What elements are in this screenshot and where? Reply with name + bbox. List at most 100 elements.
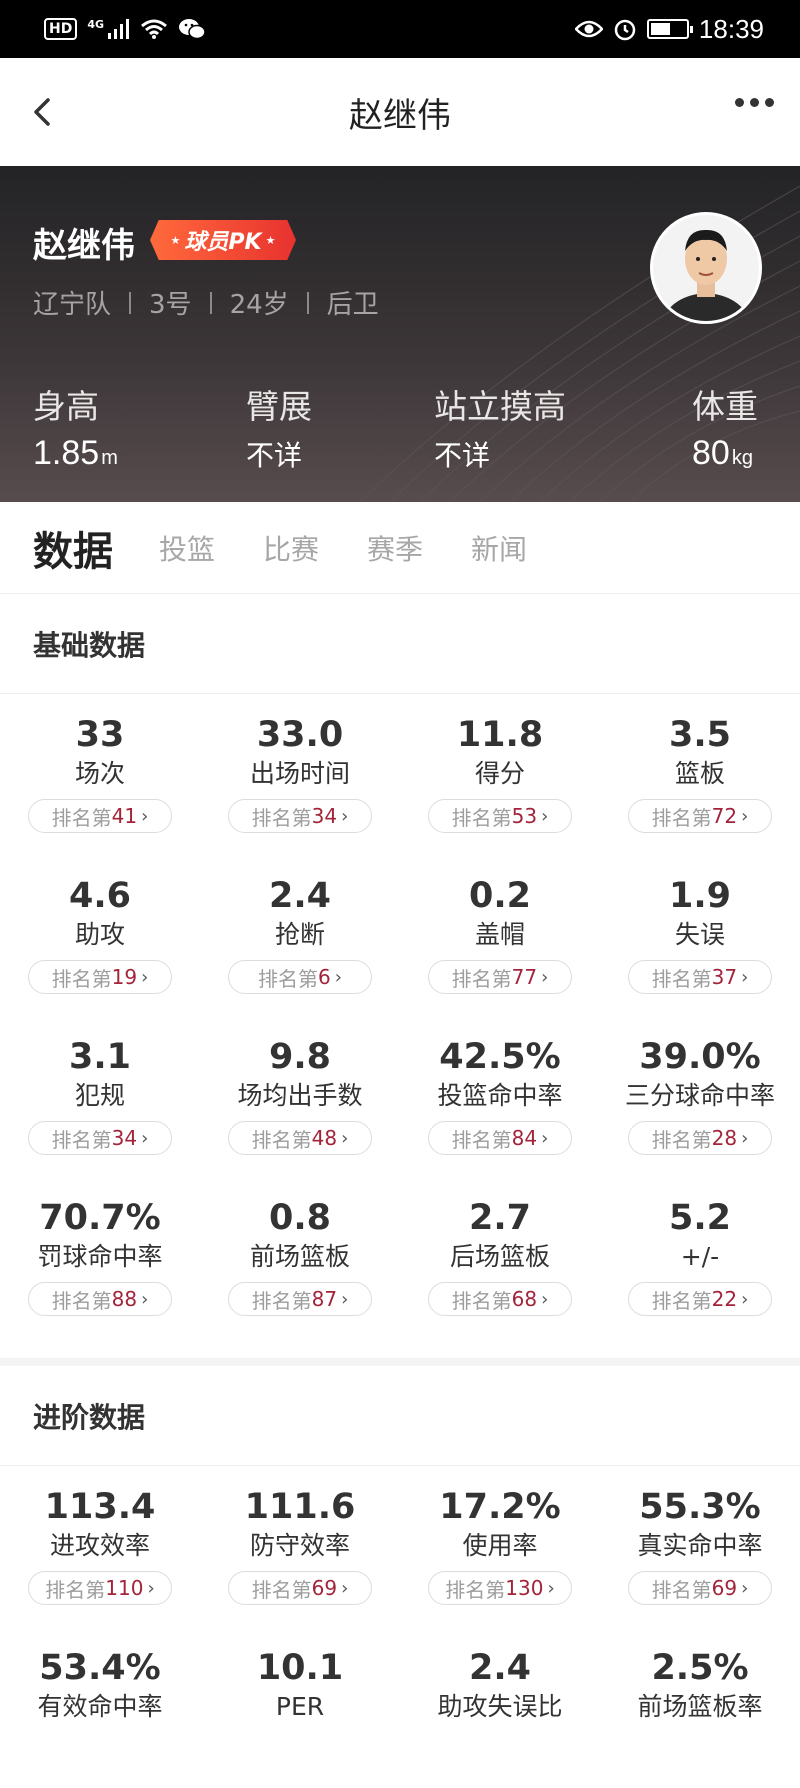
section-divider (0, 1358, 800, 1366)
stat-label: 盖帽 (474, 920, 525, 949)
stat-label: 抢断 (274, 920, 325, 949)
rank-button[interactable]: 排名第 41 › (28, 799, 172, 833)
player-header: 赵继伟 ★ 球员PK ★ 辽宁队 3号 24岁 后卫 身高 1.85 m 臂展 不详 (0, 166, 800, 502)
battery-icon (646, 19, 693, 39)
stat-value: 9.8 (268, 1037, 331, 1077)
back-icon[interactable] (26, 94, 62, 130)
wifi-icon (141, 19, 167, 39)
chevron-right-icon: › (541, 966, 549, 988)
rank-button[interactable]: 排名第 37 › (628, 960, 772, 994)
stat-value: 10.1 (256, 1648, 344, 1688)
height-stat: 身高 1.85 m (33, 387, 118, 472)
stat-cell: 2.4 助攻失误比 (400, 1627, 600, 1788)
tab-data[interactable]: 数据 (33, 519, 113, 577)
rank-prefix: 排名第 (651, 1288, 712, 1313)
stat-value: 0.2 (468, 876, 531, 916)
rank-button[interactable]: 排名第 84 › (428, 1121, 572, 1155)
rank-button[interactable]: 排名第 88 › (28, 1282, 172, 1316)
rank-button[interactable]: 排名第 6 › (228, 960, 372, 994)
standing-reach-value: 不详 (434, 439, 491, 472)
rank-number: 41 (111, 804, 138, 828)
rank-button[interactable]: 排名第 34 › (228, 799, 372, 833)
tab-shooting[interactable]: 投篮 (159, 528, 215, 568)
rank-button[interactable]: 排名第 48 › (228, 1121, 372, 1155)
chevron-right-icon: › (547, 1577, 555, 1599)
more-options-icon[interactable] (735, 98, 774, 107)
stat-cell: 113.4 进攻效率 排名第 110 › (0, 1466, 200, 1627)
alarm-icon (614, 19, 636, 41)
stat-value: 33 (75, 715, 125, 755)
network-type: 4G (87, 17, 105, 31)
chevron-right-icon: › (341, 1127, 349, 1149)
rank-prefix: 排名第 (51, 1127, 112, 1152)
rank-prefix: 排名第 (51, 1288, 112, 1313)
rank-button[interactable]: 排名第 69 › (228, 1571, 372, 1605)
rank-number: 130 (505, 1576, 544, 1600)
stat-value: 39.0% (639, 1037, 761, 1077)
stat-value: 42.5% (439, 1037, 561, 1077)
stat-cell: 33 场次排名第 41 › (0, 694, 200, 855)
rank-number: 110 (105, 1576, 144, 1600)
clock: 18:39 (698, 13, 764, 44)
rank-prefix: 排名第 (451, 1288, 512, 1313)
stat-label: 前场篮板 (249, 1242, 350, 1271)
rank-prefix: 排名第 (651, 1127, 712, 1152)
chevron-right-icon: › (741, 1288, 749, 1310)
section-title: 进阶数据 (0, 1366, 800, 1466)
stat-label: 场次 (74, 759, 125, 788)
tab-season[interactable]: 赛季 (367, 528, 423, 568)
rank-button[interactable]: 排名第 53 › (428, 799, 572, 833)
stat-value: 0.8 (268, 1198, 331, 1238)
signal-icon (108, 19, 130, 39)
rank-number: 22 (711, 1287, 738, 1311)
rank-button[interactable]: 排名第 19 › (28, 960, 172, 994)
stat-label: 罚球命中率 (37, 1242, 163, 1271)
tab-games[interactable]: 比赛 (263, 528, 319, 568)
chevron-right-icon: › (741, 966, 749, 988)
stat-label: 三分球命中率 (624, 1081, 775, 1110)
player-pk-button[interactable]: ★ 球员PK ★ (150, 220, 296, 260)
stat-value: 55.3% (639, 1487, 761, 1527)
rank-prefix: 排名第 (251, 1577, 312, 1602)
rank-prefix: 排名第 (451, 1127, 512, 1152)
rank-prefix: 排名第 (51, 966, 112, 991)
stat-cell: 42.5% 投篮命中率 排名第 84 › (400, 1016, 600, 1177)
rank-button[interactable]: 排名第 110 › (28, 1571, 172, 1605)
stat-value: 70.7% (39, 1198, 161, 1238)
rank-number: 53 (511, 804, 538, 828)
height-value: 1.85 (33, 434, 100, 472)
stat-value: 1.9 (668, 876, 731, 916)
rank-number: 34 (311, 804, 338, 828)
battery-level (650, 23, 670, 35)
rank-button[interactable]: 排名第 87 › (228, 1282, 372, 1316)
stat-label: 失误 (674, 920, 725, 949)
stat-value: 2.5% (651, 1648, 749, 1688)
stat-value: 2.7 (468, 1198, 531, 1238)
chevron-right-icon: › (147, 1577, 155, 1599)
rank-button[interactable]: 排名第 77 › (428, 960, 572, 994)
tab-news[interactable]: 新闻 (471, 528, 527, 568)
rank-button[interactable]: 排名第 22 › (628, 1282, 772, 1316)
rank-button[interactable]: 排名第 28 › (628, 1121, 772, 1155)
chevron-right-icon: › (741, 805, 749, 827)
chevron-right-icon: › (541, 1127, 549, 1149)
team[interactable]: 辽宁队 (33, 284, 111, 321)
stat-cell: 39.0% 三分球命中率排名第 28 › (600, 1016, 800, 1177)
stat-label: 篮板 (674, 759, 725, 788)
stat-cell: 10.1 PER (200, 1627, 400, 1788)
stat-cell: 1.9 失误排名第 37 › (600, 855, 800, 1016)
rank-button[interactable]: 排名第 69 › (628, 1571, 772, 1605)
rank-button[interactable]: 排名第 34 › (28, 1121, 172, 1155)
rank-number: 69 (311, 1576, 338, 1600)
rank-button[interactable]: 排名第 130 › (428, 1571, 572, 1605)
stat-label: 出场时间 (249, 759, 350, 788)
rank-button[interactable]: 排名第 68 › (428, 1282, 572, 1316)
advanced-stats-section: 进阶数据 113.4 进攻效率 排名第 110 › 111.6 防守效率 排名第 69 › 17.2… (0, 1366, 800, 1788)
rank-button[interactable]: 排名第 72 › (628, 799, 772, 833)
wingspan-value: 不详 (246, 439, 303, 472)
stat-cell: 2.7 后场篮板 排名第 68 › (400, 1177, 600, 1338)
stat-cell: 0.2 盖帽排名第 77 › (400, 855, 600, 1016)
stat-value: 33.0 (256, 715, 344, 755)
rank-number: 84 (511, 1126, 538, 1150)
stat-cell: 17.2% 使用率 排名第 130 › (400, 1466, 600, 1627)
